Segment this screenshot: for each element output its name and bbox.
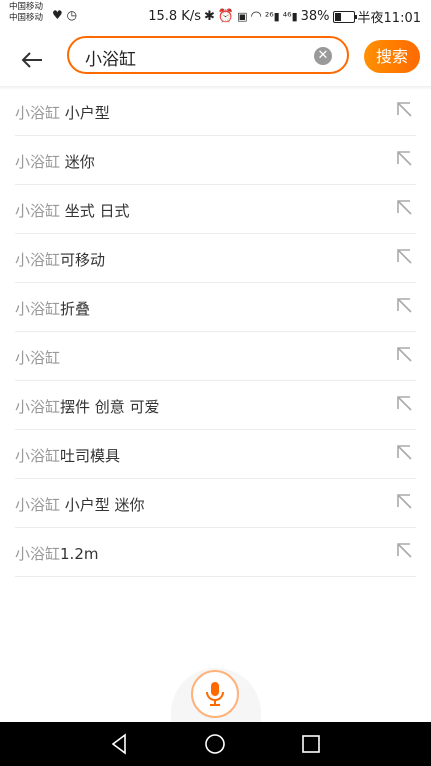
signal-icon-2: ⁴⁶▮ xyxy=(282,10,298,23)
suggestion-item[interactable]: 小浴缸 迷你 xyxy=(0,136,431,185)
suggestion-rest: 吐司模具 xyxy=(60,447,121,465)
suggestion-keyword: 小浴缸 xyxy=(15,251,61,269)
carrier-2: 中国移动 xyxy=(9,13,44,23)
battery-icon xyxy=(332,10,357,23)
battery-percent: 38% xyxy=(300,9,330,24)
carrier-1: 中国移动 xyxy=(9,2,44,12)
alarm-app-icon: ◷ xyxy=(66,8,78,22)
arrow-left-icon xyxy=(21,52,42,68)
suggestion-keyword: 小浴缸 xyxy=(15,349,61,367)
microphone-icon xyxy=(206,682,224,706)
search-input[interactable]: 小浴缸 ✕ xyxy=(67,36,349,74)
nav-home-icon[interactable] xyxy=(203,732,227,756)
suggestion-item[interactable]: 小浴缸1.2m xyxy=(0,528,431,577)
arrow-up-left-icon[interactable] xyxy=(395,198,413,216)
search-query: 小浴缸 xyxy=(85,50,136,70)
back-button[interactable] xyxy=(14,42,50,78)
suggestion-list: 小浴缸 小户型 小浴缸 迷你 小浴缸 坐式 日式 小浴缸可移动 小浴缸折叠 小浴… xyxy=(0,87,431,577)
arrow-up-left-icon[interactable] xyxy=(395,345,413,363)
suggestion-keyword: 小浴缸 xyxy=(15,496,61,514)
suggestion-rest: 小户型 xyxy=(60,104,110,122)
arrow-up-left-icon[interactable] xyxy=(395,247,413,265)
arrow-up-left-icon[interactable] xyxy=(395,492,413,510)
search-button[interactable]: 搜索 xyxy=(364,40,420,73)
arrow-up-left-icon[interactable] xyxy=(395,100,413,118)
suggestion-rest: 坐式 日式 xyxy=(60,202,130,220)
suggestion-keyword: 小浴缸 xyxy=(15,545,61,563)
suggestion-keyword: 小浴缸 xyxy=(15,300,61,318)
hd-icon: ▣ xyxy=(237,10,248,23)
suggestion-rest: 小户型 迷你 xyxy=(60,496,145,514)
suggestion-item[interactable]: 小浴缸吐司模具 xyxy=(0,430,431,479)
suggestion-item[interactable]: 小浴缸 坐式 日式 xyxy=(0,185,431,234)
suggestion-rest: 1.2m xyxy=(60,545,99,563)
suggestion-keyword: 小浴缸 xyxy=(15,153,61,171)
clear-icon[interactable]: ✕ xyxy=(314,47,332,65)
suggestion-item[interactable]: 小浴缸 xyxy=(0,332,431,381)
network-speed: 15.8 K/s xyxy=(148,9,201,24)
nav-back-icon[interactable] xyxy=(108,732,132,756)
suggestion-rest: 摆件 创意 可爱 xyxy=(60,398,160,416)
arrow-up-left-icon[interactable] xyxy=(395,541,413,559)
suggestion-keyword: 小浴缸 xyxy=(15,202,61,220)
signal-icon-1: ²⁶▮ xyxy=(264,10,280,23)
nav-recents-icon[interactable] xyxy=(299,732,323,756)
system-nav-bar xyxy=(0,722,431,766)
bluetooth-icon: ✱ xyxy=(204,9,215,24)
suggestion-item[interactable]: 小浴缸折叠 xyxy=(0,283,431,332)
wifi-icon: ◠ xyxy=(250,9,262,24)
arrow-up-left-icon[interactable] xyxy=(395,443,413,461)
suggestion-keyword: 小浴缸 xyxy=(15,398,61,416)
suggestion-rest: 迷你 xyxy=(60,153,95,171)
status-bar: 中国移动 中国移动 ♥ ◷ 15.8 K/s ✱ ⏰ ▣ ◠ ²⁶▮ ⁴⁶▮ 3… xyxy=(0,0,431,32)
suggestion-keyword: 小浴缸 xyxy=(15,104,61,122)
suggestion-rest: 可移动 xyxy=(60,251,106,269)
suggestion-item[interactable]: 小浴缸 小户型 迷你 xyxy=(0,479,431,528)
carrier-labels: 中国移动 中国移动 xyxy=(9,2,43,24)
arrow-up-left-icon[interactable] xyxy=(395,394,413,412)
arrow-up-left-icon[interactable] xyxy=(395,149,413,167)
suggestion-item[interactable]: 小浴缸摆件 创意 可爱 xyxy=(0,381,431,430)
arrow-up-left-icon[interactable] xyxy=(395,296,413,314)
suggestion-item[interactable]: 小浴缸可移动 xyxy=(0,234,431,283)
notification-icons: ♥ ◷ xyxy=(52,8,77,22)
suggestion-item[interactable]: 小浴缸 小户型 xyxy=(0,87,431,136)
status-right: 15.8 K/s ✱ ⏰ ▣ ◠ ²⁶▮ ⁴⁶▮ 38% 半夜11:01 xyxy=(148,7,421,26)
clock: 半夜11:01 xyxy=(357,11,421,26)
voice-search-area xyxy=(171,662,261,722)
suggestion-keyword: 小浴缸 xyxy=(15,447,61,465)
search-header: 小浴缸 ✕ 搜索 xyxy=(0,32,431,86)
heart-rate-icon: ♥ xyxy=(52,8,63,22)
suggestion-rest: 折叠 xyxy=(60,300,91,318)
voice-search-button[interactable] xyxy=(191,670,239,718)
alarm-icon: ⏰ xyxy=(217,9,235,24)
